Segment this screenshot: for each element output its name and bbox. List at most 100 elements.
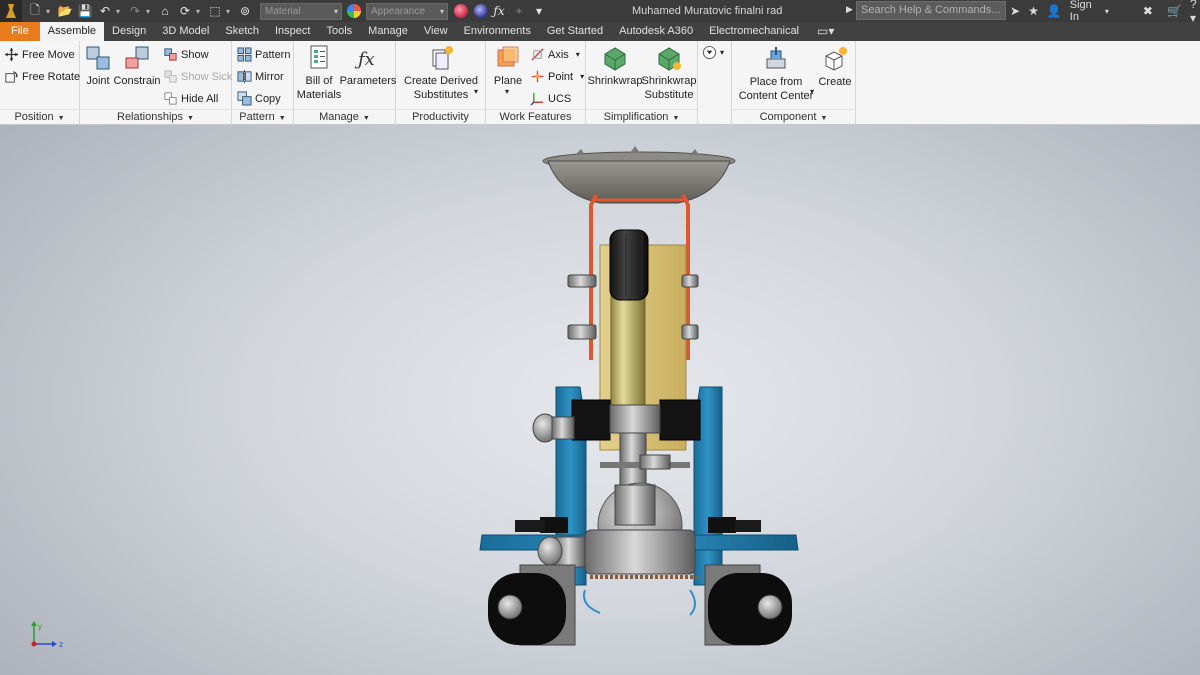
save-icon[interactable]: 💾 (76, 2, 94, 20)
cart-icon[interactable]: 🛒 (1167, 4, 1182, 18)
undo-icon[interactable]: ↶ (96, 2, 114, 20)
tab-view[interactable]: View (416, 22, 456, 41)
plane-dropdown-icon[interactable]: ▾ (505, 87, 509, 96)
free-rotate-button[interactable]: Free Rotate (4, 69, 80, 84)
vertical-tube[interactable] (610, 279, 646, 421)
clear-appearance-icon[interactable] (474, 4, 488, 18)
place-from-content-center-button[interactable]: Place from Content Center (738, 45, 814, 103)
tab-inspect[interactable]: Inspect (267, 22, 318, 41)
favorites-star-icon[interactable]: ★ (1028, 4, 1039, 18)
redo-dropdown-icon[interactable]: ▾ (146, 7, 154, 16)
pfcc-dropdown-icon[interactable]: ▾ (810, 87, 814, 96)
panel-expand-icon: ▼ (672, 115, 680, 122)
point-button[interactable]: Point ▾ (530, 69, 584, 84)
tab-electromechanical[interactable]: Electromechanical (701, 22, 807, 41)
mirror-button[interactable]: Mirror (237, 69, 284, 84)
home-icon[interactable]: ⌂ (156, 2, 174, 20)
black-knob[interactable] (609, 229, 649, 301)
show-sick-button[interactable]: Show Sick (163, 69, 232, 84)
new-file-icon[interactable]: 🗋 (26, 2, 44, 20)
hide-all-button[interactable]: Hide All (163, 91, 218, 106)
tab-assemble[interactable]: Assemble (39, 22, 105, 41)
help-search-input[interactable]: Search Help & Commands... (856, 1, 1006, 20)
communication-center-icon[interactable]: ➤ (1010, 4, 1020, 18)
ucs-button[interactable]: UCS (530, 91, 571, 106)
panel-label-work-features: Work Features (486, 109, 585, 125)
tab-get-started[interactable]: Get Started (539, 22, 611, 41)
bill-of-materials-button[interactable]: Bill of Materials (296, 44, 342, 102)
tab-sketch[interactable]: Sketch (217, 22, 267, 41)
panel-productivity: Create Derived Substitutes ▾ Productivit… (396, 41, 486, 125)
axis-dropdown-icon[interactable]: ▾ (576, 50, 580, 59)
inventor-logo-icon[interactable] (0, 0, 22, 22)
top-dish[interactable] (542, 146, 736, 204)
acorn-nut-left[interactable] (532, 413, 575, 443)
panel-expand-icon: ▼ (187, 115, 194, 122)
panel-simplification: Shrinkwrap Shrinkwrap Substitute Simplif… (586, 41, 698, 125)
plane-button[interactable]: Plane (490, 44, 526, 88)
select-filter-icon[interactable]: ⬚ (206, 2, 224, 20)
open-folder-icon[interactable]: 📂 (56, 2, 74, 20)
appearance-ball-icon (347, 4, 361, 18)
tab-tools[interactable]: Tools (318, 22, 360, 41)
create-derived-substitutes-button[interactable]: Create Derived Substitutes (400, 44, 482, 102)
free-move-button[interactable]: Free Move (4, 47, 75, 62)
triad-y-label: y (38, 622, 42, 631)
more-tools-button[interactable]: ▾ (702, 45, 724, 60)
shrinkwrap-substitute-button[interactable]: Shrinkwrap Substitute (641, 44, 697, 102)
redo-icon[interactable]: ↷ (126, 2, 144, 20)
panel-label-position[interactable]: Position ▼ (0, 109, 79, 125)
expand-arrow-icon[interactable]: ▶ (846, 4, 853, 15)
hide-all-icon (164, 92, 177, 105)
update-dropdown-icon[interactable]: ▾ (196, 7, 204, 16)
copy-button[interactable]: Copy (237, 91, 281, 106)
panel-label-component[interactable]: Component ▼ (732, 109, 855, 125)
plane-icon (497, 46, 519, 67)
adjust-appearance-icon[interactable] (454, 4, 468, 18)
show-button[interactable]: Show (163, 47, 209, 62)
exchange-icon[interactable]: ✖ (1143, 4, 1153, 18)
axis-icon (531, 48, 544, 61)
create-button[interactable]: Create (818, 45, 852, 89)
bill-of-materials-icon (310, 45, 328, 69)
material-select[interactable]: Material ▾ (260, 2, 342, 20)
panel-relationships: Joint Constrain Show Show Sick Hide All … (80, 41, 232, 125)
measure-icon[interactable]: ⊚ (236, 2, 254, 20)
tab-design[interactable]: Design (104, 22, 154, 41)
appearance-select[interactable]: Appearance ▾ (366, 2, 448, 20)
sign-in-link[interactable]: Sign In (1070, 0, 1097, 23)
user-icon[interactable]: 👤 (1047, 4, 1062, 18)
fx-parameters-icon[interactable]: ƒx (490, 2, 508, 20)
tab-environments[interactable]: Environments (456, 22, 539, 41)
panel-label-manage[interactable]: Manage ▼ (294, 109, 395, 125)
panel-label-pattern[interactable]: Pattern ▼ (232, 109, 293, 125)
parameters-button[interactable]: ƒx Parameters (340, 44, 397, 88)
point-dropdown-icon[interactable]: ▾ (580, 72, 584, 81)
panel-expand-icon: ▼ (820, 115, 828, 122)
add-icon[interactable]: + (510, 2, 528, 20)
pattern-button[interactable]: Pattern (237, 47, 290, 62)
panel-label-relationships[interactable]: Relationships ▼ (80, 109, 231, 125)
joint-button[interactable]: Joint (84, 44, 112, 88)
shrinkwrap-button[interactable]: Shrinkwrap (587, 44, 643, 88)
tab-autodesk-a360[interactable]: Autodesk A360 (611, 22, 701, 41)
customize-toolbar-icon[interactable]: ▾ (530, 2, 548, 20)
cds-dropdown-icon[interactable]: ▾ (474, 87, 478, 96)
panel-label-simplification[interactable]: Simplification ▼ (586, 109, 697, 125)
undo-dropdown-icon[interactable]: ▾ (116, 7, 124, 16)
axis-button[interactable]: Axis ▾ (530, 47, 580, 62)
select-dropdown-icon[interactable]: ▾ (226, 7, 234, 16)
assembly-model[interactable] (0, 125, 1200, 675)
tab-manage[interactable]: Manage (360, 22, 416, 41)
graphics-viewport[interactable]: y z (0, 125, 1200, 675)
cable (583, 589, 696, 616)
new-dropdown-icon[interactable]: ▾ (46, 7, 54, 16)
update-icon[interactable]: ⟳ (176, 2, 194, 20)
tab-file[interactable]: File (0, 22, 40, 41)
sign-in-dropdown-icon[interactable]: ▾ (1105, 7, 1109, 16)
tab-3d-model[interactable]: 3D Model (154, 22, 217, 41)
panel-toggle-icon[interactable]: ▭▾ (817, 22, 834, 41)
svg-text:ƒx: ƒx (354, 49, 375, 70)
panel-expand-icon: ▼ (278, 115, 286, 122)
constrain-button[interactable]: Constrain (113, 44, 161, 88)
